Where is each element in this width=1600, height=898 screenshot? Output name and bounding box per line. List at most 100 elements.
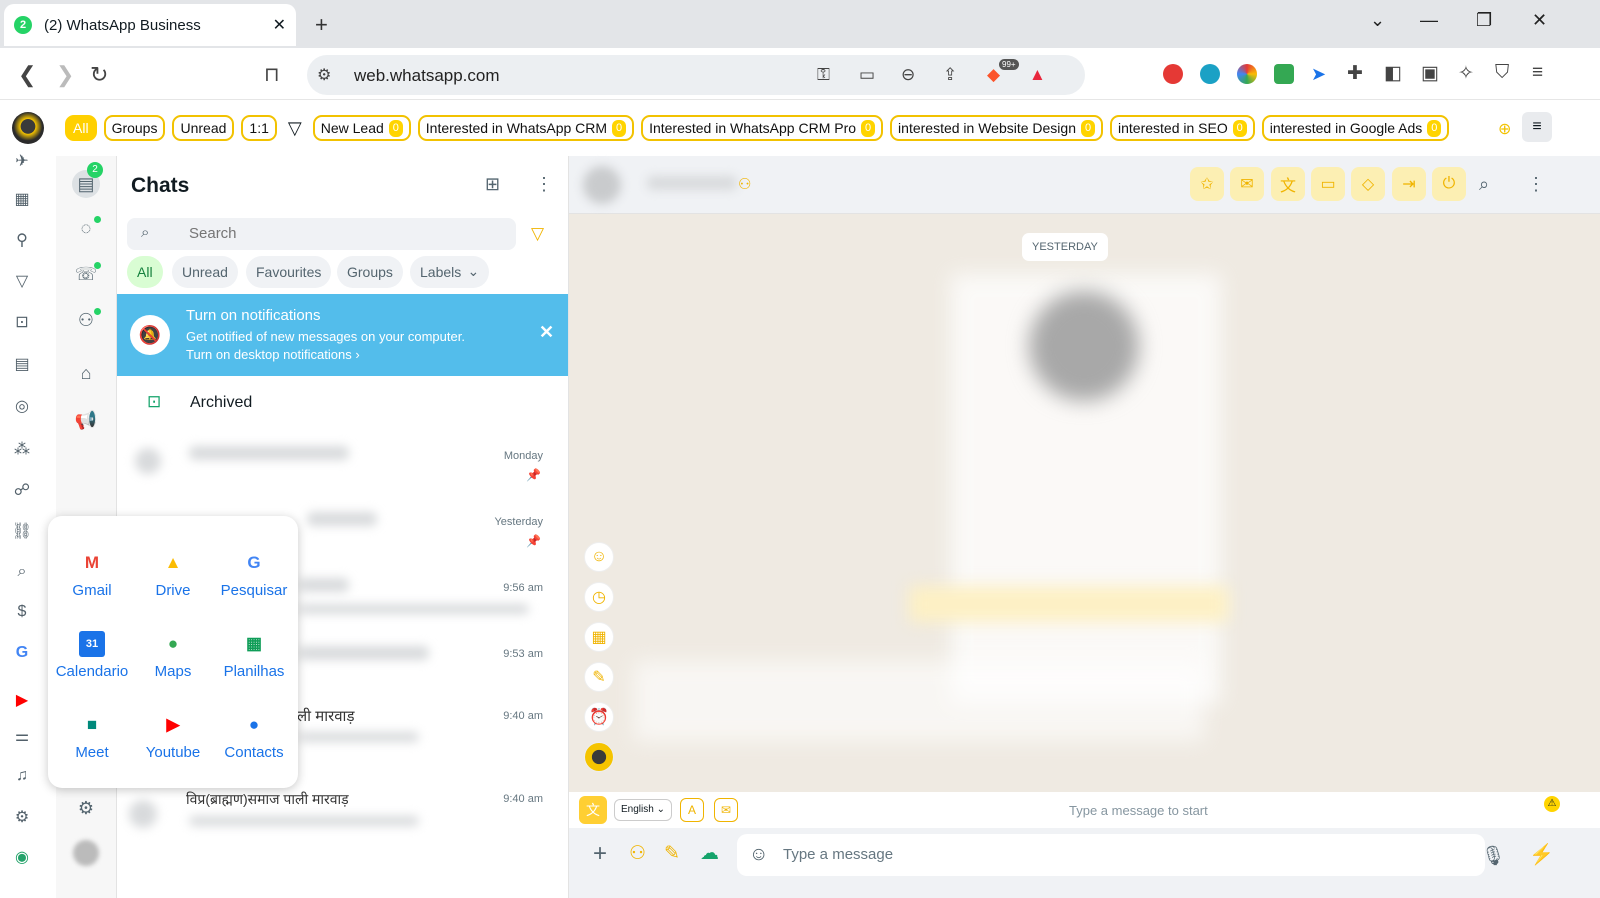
profile-avatar[interactable] — [73, 840, 99, 866]
leo-ai-icon[interactable]: ✧ — [1458, 62, 1474, 85]
bell-tool-icon[interactable]: ♫ — [9, 763, 35, 789]
app-maps[interactable]: ● Maps — [133, 631, 213, 680]
filter-unread[interactable]: Unread — [172, 256, 238, 288]
folder-tool-icon[interactable]: ▭ — [1311, 167, 1345, 201]
app-drive[interactable]: ▲ Drive — [133, 550, 213, 599]
filter-funnel-icon[interactable]: ▽ — [531, 224, 544, 244]
label-crm[interactable]: Interested in WhatsApp CRM 0 — [417, 115, 635, 141]
filter-all[interactable]: All — [127, 256, 163, 288]
schedule-icon[interactable]: ◷ — [584, 582, 614, 612]
calendar-side-icon[interactable]: ▦ — [584, 622, 614, 652]
settings-nav-icon[interactable]: ⚙ — [72, 794, 100, 822]
edit-note-icon[interactable]: ✎ — [664, 842, 680, 865]
funnel-tool-icon[interactable]: ▽ — [9, 268, 35, 294]
close-banner-icon[interactable]: ✕ — [539, 322, 554, 343]
label-all[interactable]: All — [65, 115, 97, 141]
reminder-icon[interactable]: ⏰ — [584, 702, 614, 732]
label-one-to-one[interactable]: 1:1 — [241, 115, 277, 141]
flow-tool-icon[interactable]: ⚲ — [9, 227, 35, 253]
share-icon[interactable]: ⇪ — [943, 65, 957, 85]
translate-tool-icon[interactable]: 文 — [1271, 167, 1305, 201]
app-gmail[interactable]: M Gmail — [52, 550, 132, 599]
tab-search-chevron-icon[interactable]: ⌄ — [1370, 10, 1385, 31]
label-unread[interactable]: Unread — [172, 115, 235, 141]
account-tool-icon[interactable]: ◉ — [9, 844, 35, 870]
contact-crm-icon[interactable]: ⚇ — [738, 175, 751, 193]
contact-name-blurred[interactable] — [647, 176, 737, 190]
label-seo[interactable]: interested in SEO 0 — [1110, 115, 1255, 141]
crm-bee-icon[interactable] — [584, 742, 614, 772]
label-groups[interactable]: Groups — [103, 115, 166, 141]
chat-row[interactable]: Monday 📌 — [117, 432, 557, 498]
labels-menu-icon[interactable]: ≡ — [1522, 112, 1552, 142]
label-crm-pro[interactable]: Interested in WhatsApp CRM Pro 0 — [641, 115, 884, 141]
pokeball-extension-icon[interactable] — [1163, 64, 1183, 84]
browser-tab[interactable]: 2 (2) WhatsApp Business ✕ — [4, 4, 296, 46]
label-new-lead[interactable]: New Lead 0 — [312, 115, 411, 141]
wallet-icon[interactable]: ▣ — [1421, 62, 1439, 85]
zoom-out-icon[interactable]: ⊖ — [901, 65, 915, 85]
send-tool-icon[interactable]: ✈ — [9, 148, 35, 174]
app-sheets[interactable]: ▦ Planilhas — [214, 631, 294, 680]
bot-tool-icon[interactable]: ⊡ — [9, 309, 35, 335]
password-key-icon[interactable]: ⚿ — [817, 65, 830, 85]
promote-nav-icon[interactable]: 📢 — [72, 406, 100, 434]
conversation-menu-icon[interactable]: ⋮ — [1527, 174, 1545, 195]
language-select[interactable]: English ⌄ — [614, 799, 672, 821]
label-website-design[interactable]: interested in Website Design 0 — [890, 115, 1103, 141]
search-chat-icon[interactable]: ⌕ — [1479, 174, 1489, 195]
send-extension-icon[interactable]: ➤ — [1311, 64, 1331, 84]
add-label-icon[interactable]: ⊕ — [1498, 119, 1511, 139]
close-window-icon[interactable]: ✕ — [1532, 10, 1547, 31]
task-icon[interactable]: ✎ — [584, 662, 614, 692]
catalog-nav-icon[interactable]: ⌂ — [72, 359, 100, 387]
filter-favourites[interactable]: Favourites — [246, 256, 332, 288]
chat-search-box[interactable]: ⌕ — [127, 218, 516, 250]
filter-groups[interactable]: Groups — [337, 256, 403, 288]
label-google-ads[interactable]: interested in Google Ads 0 — [1261, 115, 1450, 141]
sync-tool-icon[interactable]: ◎ — [9, 393, 35, 419]
restore-icon[interactable]: ❐ — [1476, 10, 1492, 31]
app-youtube[interactable]: ▶ Youtube — [133, 712, 213, 761]
notification-link[interactable]: Turn on desktop notifications › — [186, 347, 360, 362]
export-tool-icon[interactable]: ⇥ — [1392, 167, 1426, 201]
calendar-tool-icon[interactable]: ▦ — [9, 186, 35, 212]
contact-avatar[interactable] — [583, 166, 621, 204]
search-input[interactable] — [189, 225, 489, 242]
app-contacts[interactable]: ● Contacts — [214, 712, 294, 761]
broadcast-tool-icon[interactable]: ▤ — [9, 351, 35, 377]
chat-search-tool-icon[interactable]: ⌕ — [9, 559, 35, 585]
new-chat-icon[interactable]: ⊞ — [485, 174, 500, 195]
dollar-tool-icon[interactable]: $ — [9, 599, 35, 625]
lightning-icon[interactable]: ⚡ — [1529, 842, 1554, 867]
attach-plus-icon[interactable]: + — [593, 840, 607, 868]
settings-tool-icon[interactable]: ⚙ — [9, 804, 35, 830]
pin-tool-icon[interactable]: ✩ — [1190, 167, 1224, 201]
sliders-tool-icon[interactable]: ⚌ — [9, 723, 35, 749]
brave-shields-icon[interactable]: ◆ — [987, 65, 1000, 85]
youtube-tool-icon[interactable]: ▶ — [9, 687, 35, 713]
message-input-box[interactable]: ☺ Type a message 🎙 — [737, 834, 1505, 876]
webhook-tool-icon[interactable]: ☍ — [9, 477, 35, 503]
new-tab-button[interactable]: + — [315, 12, 328, 38]
link-tool-icon[interactable]: ⛓ — [9, 518, 35, 544]
install-app-icon[interactable]: ▭ — [859, 65, 875, 85]
label-tool-icon[interactable]: ◇ — [1351, 167, 1385, 201]
reload-icon[interactable]: ↻ — [90, 62, 108, 88]
microphone-icon[interactable]: 🎙 — [1481, 844, 1505, 868]
power-tool-icon[interactable]: ⏻ — [1432, 167, 1466, 201]
minimize-icon[interactable]: — — [1420, 10, 1438, 31]
chat-row[interactable]: विप्र(ब्राह्मण)समाज पाली मारवाड़ 9:40 am — [117, 782, 557, 848]
google-tool-icon[interactable]: G — [9, 640, 35, 666]
text-style-icon[interactable]: A — [680, 798, 704, 822]
omnibox[interactable]: ⚙ web.whatsapp.com ⚿ ▭ ⊖ ⇪ ◆ 99+ ▲ — [307, 55, 1085, 95]
network-tool-icon[interactable]: ⁂ — [9, 436, 35, 462]
app-meet[interactable]: ■ Meet — [52, 712, 132, 761]
chat-menu-icon[interactable]: ⋮ — [535, 174, 553, 195]
note-tool-icon[interactable]: ✉ — [1230, 167, 1264, 201]
app-search[interactable]: G Pesquisar — [214, 550, 294, 599]
download-extension-icon[interactable] — [1200, 64, 1220, 84]
contact-card-icon[interactable]: ☺ — [584, 542, 614, 572]
sidebar-icon[interactable]: ◧ — [1384, 62, 1402, 85]
brave-rewards-icon[interactable]: ▲ — [1029, 65, 1046, 85]
